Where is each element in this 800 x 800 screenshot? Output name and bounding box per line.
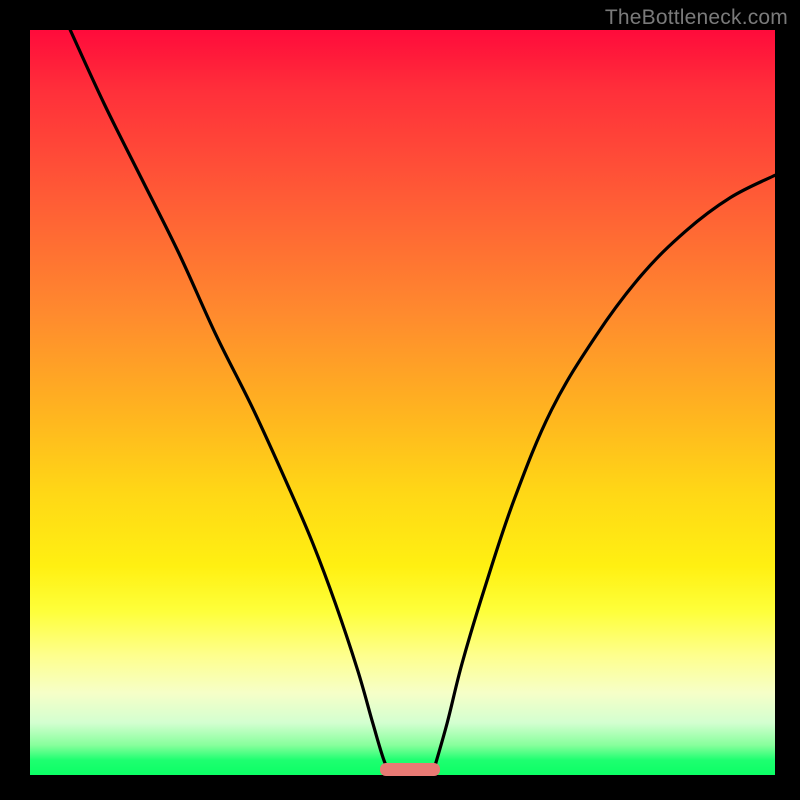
watermark-text: TheBottleneck.com: [605, 6, 788, 30]
chart-plot-area: [30, 30, 775, 775]
left-curve: [70, 30, 391, 775]
chart-curves-svg: [30, 30, 775, 775]
bottleneck-marker: [380, 763, 440, 776]
right-curve: [432, 175, 775, 775]
